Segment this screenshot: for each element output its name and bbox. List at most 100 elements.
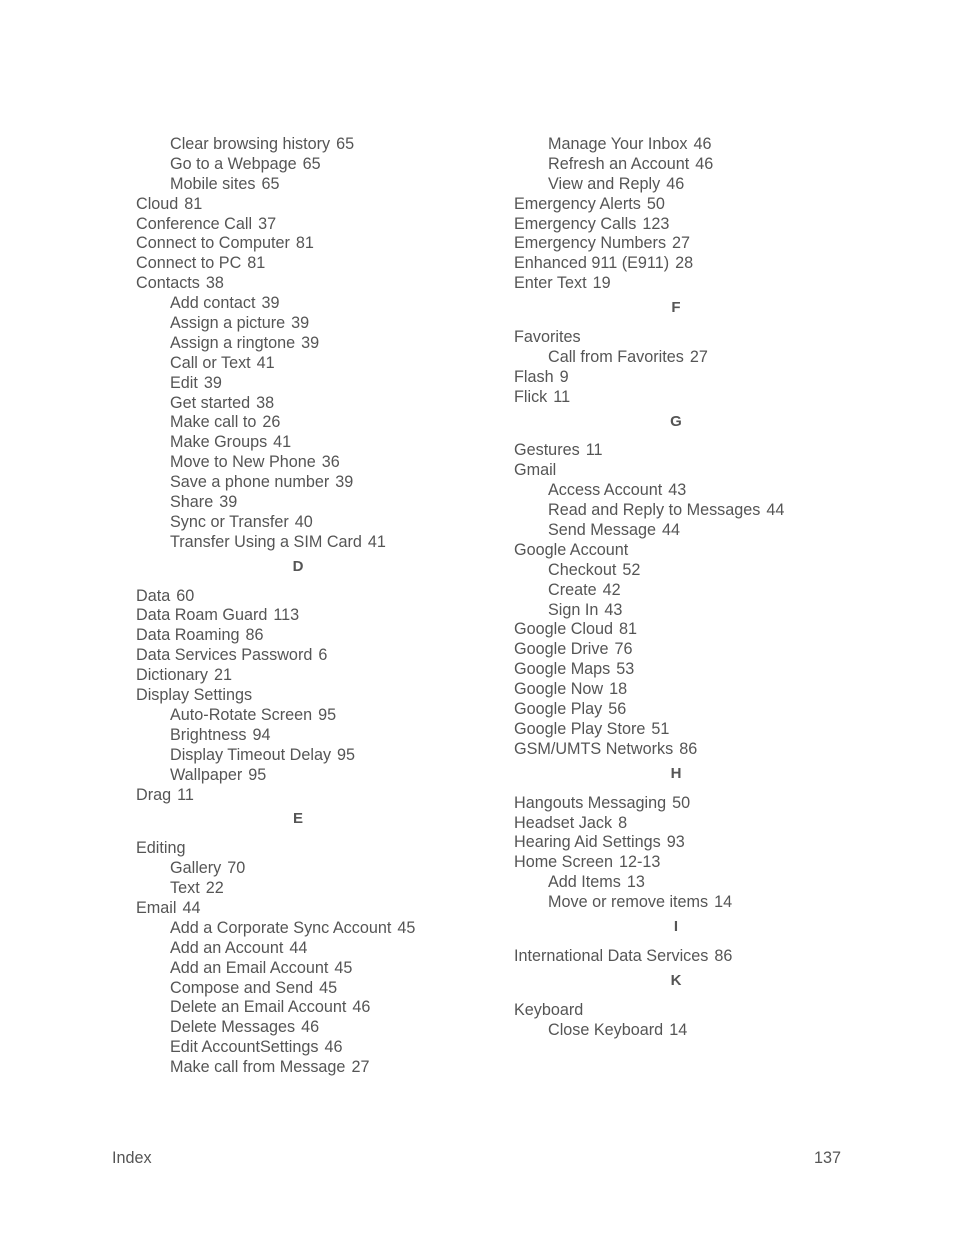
entry-term: Send Message bbox=[548, 521, 656, 540]
entry-page-reference: 95 bbox=[248, 765, 267, 784]
entry-page-reference: 9 bbox=[559, 367, 569, 386]
entry-page-reference: 65 bbox=[336, 135, 355, 153]
entry-term: Google Play bbox=[514, 700, 603, 719]
index-entry: Google Now 18 bbox=[514, 680, 894, 700]
entry-page-reference: 27 bbox=[351, 1058, 370, 1077]
entry-term: Checkout bbox=[548, 560, 617, 579]
index-entry: Emergency Calls 123 bbox=[514, 215, 894, 235]
entry-page-reference: 65 bbox=[261, 174, 280, 193]
index-subentry: Compose and Send 45 bbox=[136, 979, 516, 999]
entry-page-reference: 45 bbox=[319, 978, 338, 997]
entry-term: Share bbox=[170, 493, 214, 512]
index-entry: Email 44 bbox=[136, 899, 516, 919]
index-subentry: Make call from Message 27 bbox=[136, 1058, 516, 1078]
index-subentry: Make Groups 41 bbox=[136, 433, 516, 453]
entry-term: International Data Services bbox=[514, 946, 709, 965]
entry-page-reference: 86 bbox=[714, 946, 733, 965]
entry-term: Call or Text bbox=[170, 353, 251, 372]
index-subentry: Clear browsing history 65 bbox=[136, 135, 516, 155]
entry-term: Delete Messages bbox=[170, 1018, 296, 1037]
entry-page-reference: 19 bbox=[592, 274, 611, 293]
entry-page-reference: 95 bbox=[337, 745, 356, 764]
entry-page-reference: 26 bbox=[262, 413, 281, 432]
entry-term: Email bbox=[136, 898, 177, 917]
entry-term: Wallpaper bbox=[170, 765, 243, 784]
entry-page-reference: 38 bbox=[256, 393, 275, 412]
entry-page-reference: 46 bbox=[352, 998, 371, 1017]
index-column-left: Clear browsing history 65 Go to a Webpage 6… bbox=[136, 135, 516, 1078]
entry-page-reference: 36 bbox=[321, 453, 340, 472]
entry-page-reference: 39 bbox=[301, 333, 320, 352]
index-entry: Editing bbox=[136, 839, 516, 859]
entry-term: Compose and Send bbox=[170, 978, 314, 997]
entry-term: Delete an Email Account bbox=[170, 998, 347, 1017]
entry-page-reference: 40 bbox=[294, 512, 313, 531]
index-subentry: Sign In 43 bbox=[514, 601, 894, 621]
entry-term: Data Services Password bbox=[136, 646, 313, 665]
index-entry: Cloud 81 bbox=[136, 195, 516, 215]
entry-term: Create bbox=[548, 580, 597, 599]
entry-page-reference: 50 bbox=[672, 793, 691, 812]
entry-term: Auto-Rotate Screen bbox=[170, 705, 313, 724]
index-entry: Emergency Alerts 50 bbox=[514, 195, 894, 215]
entry-term: Emergency Calls bbox=[514, 214, 637, 233]
footer-page-number: 137 bbox=[814, 1149, 842, 1167]
entry-term: Data Roam Guard bbox=[136, 606, 268, 625]
entry-term: Brightness bbox=[170, 725, 247, 744]
index-entry: Conference Call 37 bbox=[136, 215, 516, 235]
entry-term: Add Items bbox=[548, 873, 621, 892]
entry-page-reference: 27 bbox=[689, 347, 708, 366]
entry-page-reference: 21 bbox=[213, 666, 232, 685]
index-subentry: Edit 39 bbox=[136, 374, 516, 394]
entry-page-reference: 11 bbox=[553, 387, 571, 406]
section-letter-heading: I bbox=[673, 917, 679, 935]
entry-term: Connect to PC bbox=[136, 254, 242, 273]
entry-term: Move to New Phone bbox=[170, 453, 316, 472]
entry-term: Home Screen bbox=[514, 853, 613, 872]
entry-page-reference: 42 bbox=[602, 580, 621, 599]
entry-page-reference: 123 bbox=[642, 214, 670, 233]
index-subentry: Assign a picture 39 bbox=[136, 314, 516, 334]
entry-page-reference: 39 bbox=[219, 493, 238, 512]
entry-page-reference: 70 bbox=[227, 859, 246, 878]
index-subentry: Add Items 13 bbox=[514, 873, 894, 893]
entry-term: Access Account bbox=[548, 481, 663, 500]
entry-term: Sync or Transfer bbox=[170, 512, 289, 531]
entry-term: Google Drive bbox=[514, 640, 609, 659]
index-entry: Emergency Numbers 27 bbox=[514, 234, 894, 254]
entry-page-reference: 44 bbox=[182, 898, 201, 917]
index-entry: Google Cloud 81 bbox=[514, 620, 894, 640]
index-entry: Google Account bbox=[514, 541, 894, 561]
index-subentry: Move to New Phone 36 bbox=[136, 453, 516, 473]
entry-term: Gmail bbox=[514, 461, 557, 480]
entry-page-reference: 43 bbox=[604, 600, 623, 619]
entry-term: Move or remove items bbox=[548, 893, 709, 912]
entry-page-reference: 6 bbox=[318, 646, 328, 665]
index-entry: Dictionary 21 bbox=[136, 666, 516, 686]
entry-page-reference: 45 bbox=[334, 958, 353, 977]
entry-term: Gallery bbox=[170, 859, 222, 878]
entry-term: Google Now bbox=[514, 680, 604, 699]
index-subentry: Transfer Using a SIM Card 41 bbox=[136, 533, 516, 553]
entry-term: Gestures bbox=[514, 441, 580, 460]
index-subentry: Send Message 44 bbox=[514, 521, 894, 541]
entry-page-reference: 44 bbox=[766, 501, 785, 520]
entry-page-reference: 56 bbox=[608, 700, 627, 719]
index-entry: Display Settings bbox=[136, 686, 516, 706]
entry-term: Mobile sites bbox=[170, 174, 256, 193]
entry-term: Contacts bbox=[136, 274, 200, 293]
entry-page-reference: 113 bbox=[273, 606, 300, 625]
index-entry: Connect to Computer 81 bbox=[136, 234, 516, 254]
entry-term: Go to a Webpage bbox=[170, 154, 297, 173]
entry-page-reference: 50 bbox=[646, 194, 665, 213]
entry-term: Conference Call bbox=[136, 214, 253, 233]
entry-term: Flash bbox=[514, 367, 554, 386]
entry-term: Call from Favorites bbox=[548, 347, 684, 366]
entry-page-reference: 37 bbox=[258, 214, 277, 233]
entry-term: Refresh an Account bbox=[548, 154, 690, 173]
entry-page-reference: 28 bbox=[675, 254, 694, 273]
index-subentry: Close Keyboard 14 bbox=[514, 1021, 894, 1041]
section-letter-heading: K bbox=[670, 971, 682, 989]
index-subentry: Share 39 bbox=[136, 493, 516, 513]
entry-term: Edit AccountSettings bbox=[170, 1038, 319, 1057]
